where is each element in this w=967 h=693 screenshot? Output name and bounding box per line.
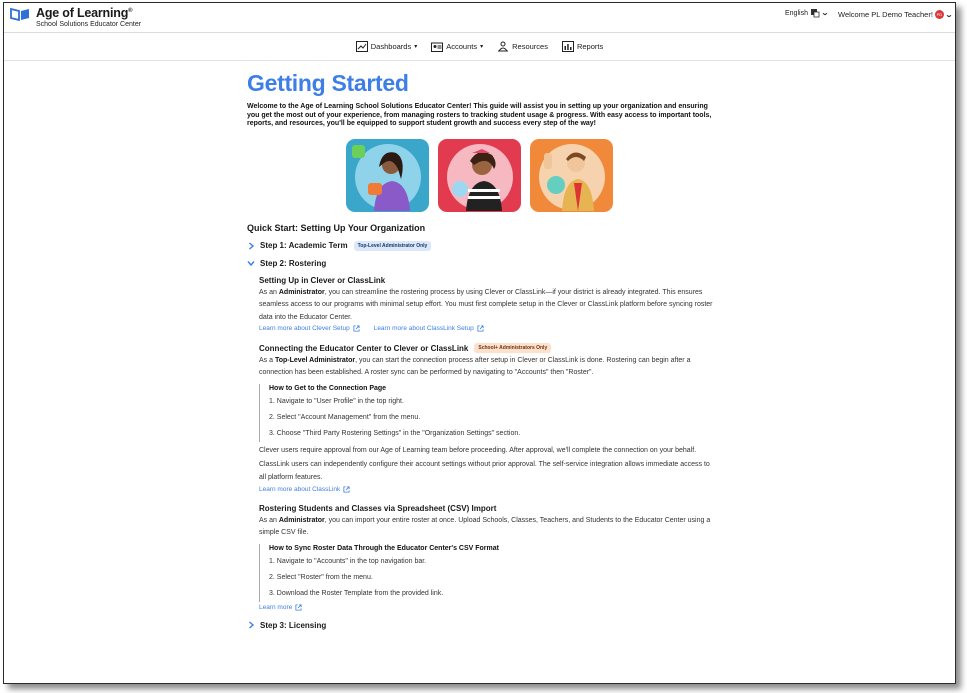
top-header: Age of Learning® School Solutions Educat…: [4, 3, 955, 33]
howto-title: How to Get to the Connection Page: [269, 384, 387, 392]
main-navigation: Dashboards ▾ Accounts ▾ Resources Report…: [4, 33, 955, 61]
classlink-learn-link[interactable]: Learn more about ClassLink: [259, 486, 350, 493]
chevron-down-icon: ▾: [480, 44, 484, 50]
language-selector[interactable]: English ⌄: [785, 8, 830, 18]
character-card-2: [437, 138, 521, 212]
chevron-down-icon: ⌄: [944, 11, 953, 19]
howto-step: 3. Choose "Third Party Rostering Setting…: [269, 429, 521, 437]
language-label: English: [785, 9, 808, 17]
chevron-down-icon: ▾: [414, 44, 418, 50]
classlink-config-text: ClassLink users can independently config…: [259, 461, 710, 481]
intro-text: Welcome to the Age of Learning School So…: [247, 103, 712, 128]
character-illustration: [351, 143, 421, 211]
user-menu[interactable]: Welcome PL Demo Teacher! PD ⌄: [838, 10, 953, 19]
classlink-links: Learn more about ClassLink: [259, 486, 717, 493]
external-link-icon: [295, 604, 302, 611]
clever-setup-link[interactable]: Learn more about Clever Setup: [259, 325, 360, 332]
external-link-icon: [353, 325, 360, 332]
chevron-right-icon: [249, 621, 255, 629]
school-admin-badge: School+ Administrators Only: [474, 343, 552, 353]
clever-approval-text: Clever users require approval from our A…: [259, 446, 697, 454]
csv-howto: How to Sync Roster Data Through the Educ…: [259, 543, 717, 602]
connect-text: As a Top-Level Administrator, you can st…: [259, 357, 691, 377]
brand-title: Age of Learning®: [36, 6, 133, 21]
csv-heading: Rostering Students and Classes via Sprea…: [259, 504, 497, 514]
howto-step: 3. Download the Roster Template from the…: [269, 589, 444, 597]
accounts-icon: [431, 42, 444, 52]
book-logo-icon: [10, 7, 29, 21]
external-link-icon: [343, 486, 350, 493]
step-2-label: Step 2: Rostering: [260, 258, 327, 268]
howto-step: 2. Select "Account Management" from the …: [269, 413, 421, 421]
line-chart-icon: [355, 41, 368, 52]
nav-accounts-label: Accounts: [446, 42, 478, 51]
app-window: Age of Learning® School Solutions Educat…: [3, 2, 956, 684]
step-3-toggle[interactable]: Step 3: Licensing: [247, 621, 717, 630]
csv-links: Learn more: [259, 604, 717, 611]
nav-resources[interactable]: Resources: [497, 41, 548, 52]
nav-dashboards[interactable]: Dashboards ▾: [355, 41, 418, 52]
external-link-icon: [477, 325, 484, 332]
chevron-right-icon: [249, 242, 255, 250]
howto-step: 1. Navigate to "Accounts" in the top nav…: [269, 557, 427, 565]
brand-logo[interactable]: Age of Learning® School Solutions Educat…: [10, 5, 141, 29]
brand-subtitle: School Solutions Educator Center: [36, 21, 142, 29]
clever-setup-text: As an Administrator, you can streamline …: [259, 288, 713, 321]
howto-title: How to Sync Roster Data Through the Educ…: [269, 544, 499, 552]
translate-icon: [810, 9, 820, 18]
character-illustration: [446, 143, 513, 211]
quickstart-heading: Quick Start: Setting Up Your Organizatio…: [247, 222, 426, 233]
connect-heading-label: Connecting the Educator Center to Clever…: [259, 343, 469, 353]
welcome-text: Welcome PL Demo Teacher!: [838, 10, 933, 19]
clever-setup-heading: Setting Up in Clever or ClassLink: [259, 275, 386, 285]
bar-chart-icon: [561, 41, 574, 52]
connection-howto: How to Get to the Connection Page 1. Nav…: [259, 383, 717, 442]
avatar: PD: [934, 10, 944, 19]
connect-heading: Connecting the Educator Center to Clever…: [259, 343, 717, 353]
page-title: Getting Started: [247, 70, 409, 96]
nav-reports[interactable]: Reports: [561, 41, 604, 52]
nav-resources-label: Resources: [512, 42, 548, 51]
clever-setup-link-label: Learn more about Clever Setup: [259, 325, 350, 332]
character-card-1: [345, 138, 429, 212]
classlink-learn-link-label: Learn more about ClassLink: [259, 486, 341, 494]
csv-learn-more-label: Learn more: [259, 603, 293, 611]
nav-accounts[interactable]: Accounts ▾: [431, 41, 483, 52]
csv-learn-more-link[interactable]: Learn more: [259, 604, 302, 611]
character-illustration: [538, 143, 605, 211]
nav-dashboards-label: Dashboards: [370, 42, 412, 51]
step-2-content: Setting Up in Clever or ClassLink As an …: [259, 276, 717, 611]
step-3-label: Step 3: Licensing: [260, 620, 327, 630]
character-card-3: [529, 138, 613, 212]
classlink-setup-link[interactable]: Learn more about ClassLink Setup: [374, 325, 484, 332]
classlink-setup-link-label: Learn more about ClassLink Setup: [373, 325, 474, 332]
nav-reports-label: Reports: [576, 42, 604, 51]
step-2-toggle[interactable]: Step 2: Rostering: [247, 259, 717, 268]
main-content: Getting Started Welcome to the Age of Le…: [247, 69, 717, 630]
csv-text: As an Administrator, you can import your…: [259, 517, 711, 537]
teacher-icon: [498, 41, 509, 52]
step-1-toggle[interactable]: Step 1: Academic Term Top-Level Administ…: [247, 240, 717, 251]
howto-step: 2. Select "Roster" from the menu.: [269, 573, 373, 581]
chevron-down-icon: [247, 261, 255, 267]
chevron-down-icon: ⌄: [820, 10, 830, 17]
top-level-admin-badge: Top-Level Administrator Only: [353, 240, 432, 251]
howto-step: 1. Navigate to "User Profile" in the top…: [269, 397, 404, 405]
hero-illustrations: [241, 138, 717, 212]
step-1-label: Step 1: Academic Term: [260, 241, 348, 251]
clever-links: Learn more about Clever Setup Learn more…: [259, 325, 717, 332]
